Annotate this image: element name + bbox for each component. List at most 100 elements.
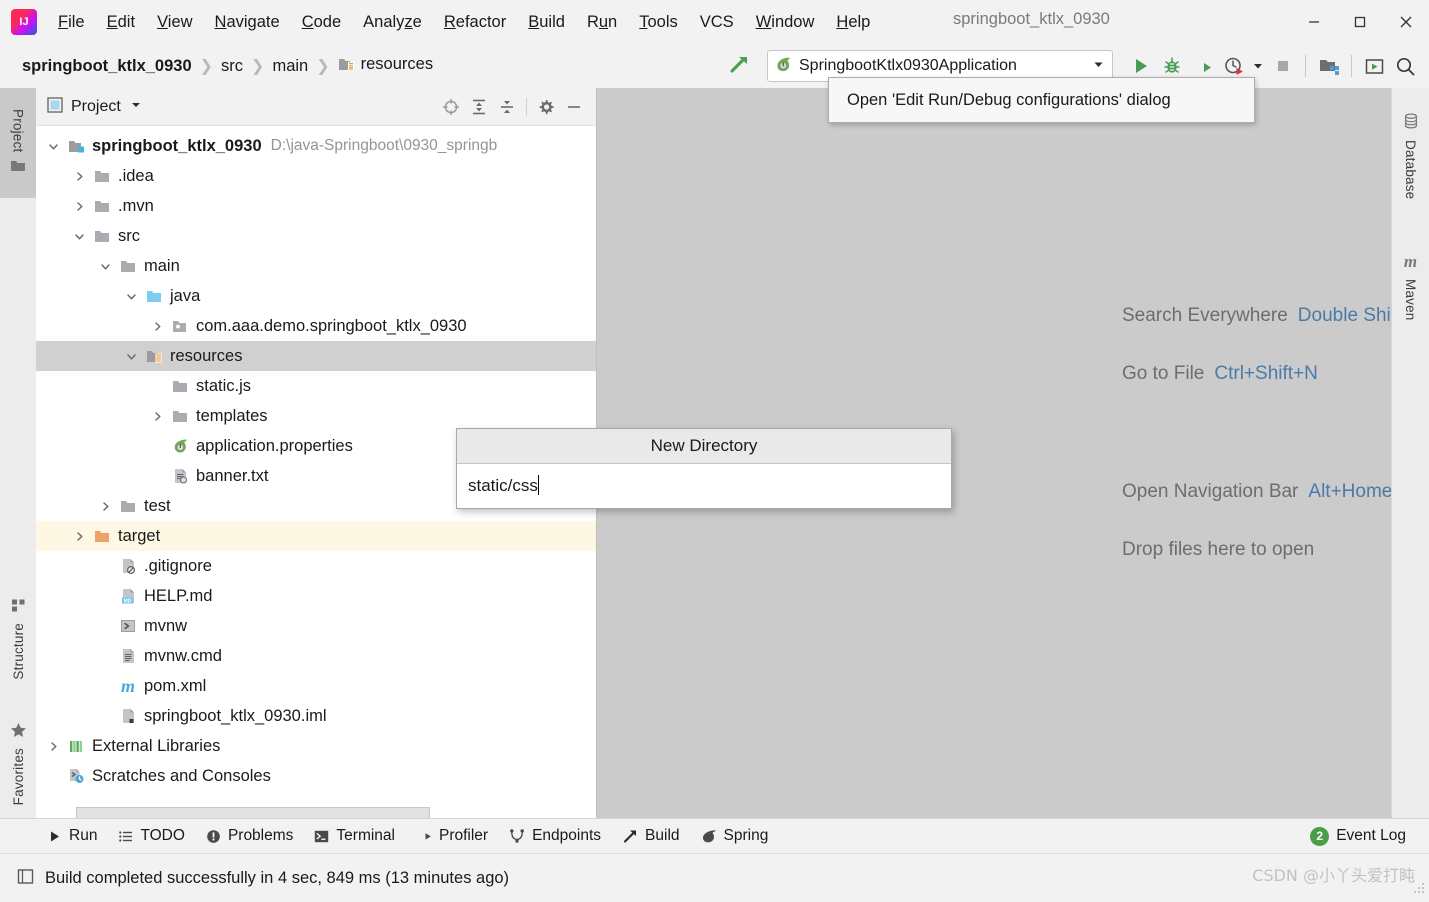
- menu-item-edit[interactable]: Edit: [96, 10, 146, 35]
- chevron-right-icon[interactable]: [46, 739, 60, 753]
- tree-node-mvnw[interactable]: mvnw: [36, 611, 596, 641]
- tree-node-springboot-ktlx-0930[interactable]: springboot_ktlx_0930 D:\java-Springboot\0…: [36, 131, 596, 161]
- tool-window-terminal[interactable]: Terminal: [305, 825, 404, 847]
- tree-node-mvnw-cmd[interactable]: mvnw.cmd: [36, 641, 596, 671]
- tree-node-main[interactable]: main: [36, 251, 596, 281]
- tree-node-external-libraries[interactable]: External Libraries: [36, 731, 596, 761]
- structure-icon: [11, 598, 26, 617]
- gear-icon[interactable]: [532, 93, 560, 121]
- tree-node-static-js[interactable]: static.js: [36, 371, 596, 401]
- tree-node-label: springboot_ktlx_0930.iml: [144, 706, 327, 725]
- menu-item-refactor[interactable]: Refactor: [433, 10, 517, 35]
- resources-folder-icon: [145, 347, 163, 365]
- menu-item-tools[interactable]: Tools: [628, 10, 689, 35]
- tree-node-label: main: [144, 256, 180, 275]
- editor-hint-shortcut: Double Shift: [1297, 305, 1392, 326]
- minimize-button[interactable]: [1291, 0, 1337, 44]
- chevron-right-icon[interactable]: [72, 199, 86, 213]
- breadcrumb-item-main[interactable]: main: [270, 56, 310, 77]
- tree-node-templates[interactable]: templates: [36, 401, 596, 431]
- menu-item-run[interactable]: Run: [576, 10, 628, 35]
- endpoints-icon: [509, 828, 525, 844]
- event-log-badge: 2: [1310, 826, 1330, 846]
- stop-button[interactable]: [1267, 49, 1298, 83]
- tree-node-src[interactable]: src: [36, 221, 596, 251]
- tree-node-springboot-ktlx-0930-iml[interactable]: springboot_ktlx_0930.iml: [36, 701, 596, 731]
- chevron-right-icon[interactable]: [150, 319, 164, 333]
- stripe-label-project: Project: [10, 109, 26, 153]
- breadcrumb-label: main: [272, 56, 309, 75]
- tree-node-resources[interactable]: resources: [36, 341, 596, 371]
- tree-node-scratches-and-consoles[interactable]: Scratches and Consoles: [36, 761, 596, 791]
- tree-node--gitignore[interactable]: .gitignore: [36, 551, 596, 581]
- build-hammer-icon[interactable]: [727, 52, 751, 80]
- menu-item-file[interactable]: File: [47, 10, 96, 35]
- new-directory-input-value: static/css: [468, 476, 538, 495]
- breadcrumb-item-src[interactable]: src: [219, 56, 245, 77]
- menu-item-window[interactable]: Window: [745, 10, 826, 35]
- new-directory-input-row[interactable]: static/css: [457, 464, 951, 507]
- tool-window-profiler[interactable]: Profiler: [407, 825, 497, 847]
- sidebar-item-database[interactable]: Database: [1392, 96, 1429, 216]
- chevron-down-icon[interactable]: [72, 229, 86, 243]
- tree-node-help-md[interactable]: MD HELP.md: [36, 581, 596, 611]
- tree-node-com-aaa-demo-springboot-ktlx-0930[interactable]: com.aaa.demo.springboot_ktlx_0930: [36, 311, 596, 341]
- tool-window-problems[interactable]: Problems: [197, 825, 302, 847]
- breadcrumb-item-resources[interactable]: resources: [336, 54, 435, 78]
- shell-script-icon: [119, 617, 137, 635]
- scroll-from-source-icon[interactable]: [437, 93, 465, 121]
- menu-item-help[interactable]: Help: [825, 10, 881, 35]
- chevron-down-icon[interactable]: [124, 349, 138, 363]
- tool-window-endpoints[interactable]: Endpoints: [500, 825, 610, 847]
- chevron-right-icon[interactable]: [72, 169, 86, 183]
- breadcrumb-item-springboot-ktlx-0930[interactable]: springboot_ktlx_0930: [20, 56, 194, 77]
- expand-all-icon[interactable]: [465, 93, 493, 121]
- updates-button[interactable]: [1359, 49, 1390, 83]
- menu-item-build[interactable]: Build: [517, 10, 576, 35]
- tree-node-target[interactable]: target: [36, 521, 596, 551]
- close-button[interactable]: [1383, 0, 1429, 44]
- menu-item-navigate[interactable]: Navigate: [204, 10, 291, 35]
- chevron-down-icon[interactable]: [46, 139, 60, 153]
- collapse-all-icon[interactable]: [493, 93, 521, 121]
- chevron-right-icon[interactable]: [150, 409, 164, 423]
- chevron-down-icon[interactable]: [1092, 58, 1105, 75]
- tree-node--idea[interactable]: .idea: [36, 161, 596, 191]
- sidebar-item-project[interactable]: Project: [0, 88, 36, 198]
- tool-window-spring[interactable]: Spring: [692, 825, 778, 847]
- sidebar-item-favorites[interactable]: Favorites: [0, 708, 36, 820]
- menu-item-view[interactable]: View: [146, 10, 203, 35]
- chevron-right-icon[interactable]: [98, 499, 112, 513]
- search-everywhere-button[interactable]: [1390, 49, 1421, 83]
- chevron-down-icon[interactable]: [98, 259, 112, 273]
- tool-window-run[interactable]: Run: [38, 825, 106, 847]
- resize-grip[interactable]: [1412, 881, 1426, 899]
- tree-node-pom-xml[interactable]: m pom.xml: [36, 671, 596, 701]
- tree-node-java[interactable]: java: [36, 281, 596, 311]
- chevron-right-icon[interactable]: [72, 529, 86, 543]
- sidebar-item-structure[interactable]: Structure: [0, 586, 36, 692]
- menu-item-analyze[interactable]: Analyze: [352, 10, 433, 35]
- maximize-button[interactable]: [1337, 0, 1383, 44]
- menu-item-vcs[interactable]: VCS: [689, 10, 745, 35]
- folder-icon: [119, 497, 137, 515]
- project-structure-button[interactable]: [1313, 49, 1344, 83]
- hide-icon[interactable]: [560, 93, 588, 121]
- svg-text:MD: MD: [123, 598, 131, 604]
- project-view-selector[interactable]: Project: [47, 96, 142, 117]
- tree-twisty-placeholder: [98, 709, 112, 723]
- build-hammer-icon: [622, 828, 638, 844]
- tool-window-todo[interactable]: TODO: [109, 825, 194, 847]
- sidebar-item-maven[interactable]: m Maven: [1392, 230, 1429, 342]
- tool-window-event-log[interactable]: 2 Event Log: [1301, 825, 1415, 848]
- editor-hint-shortcut: Alt+Home: [1308, 481, 1392, 502]
- tool-window-build[interactable]: Build: [613, 825, 688, 847]
- chevron-down-icon[interactable]: [130, 98, 142, 115]
- status-message-text: Build completed successfully in 4 sec, 8…: [45, 868, 510, 887]
- tree-node--mvn[interactable]: .mvn: [36, 191, 596, 221]
- menu-item-code[interactable]: Code: [291, 10, 352, 35]
- build-status-message[interactable]: Build completed successfully in 4 sec, 8…: [16, 867, 509, 890]
- chevron-down-icon[interactable]: [124, 289, 138, 303]
- new-directory-name-input[interactable]: static/css: [468, 475, 540, 496]
- watermark: CSDN @小丫头爱打盹: [1252, 866, 1415, 885]
